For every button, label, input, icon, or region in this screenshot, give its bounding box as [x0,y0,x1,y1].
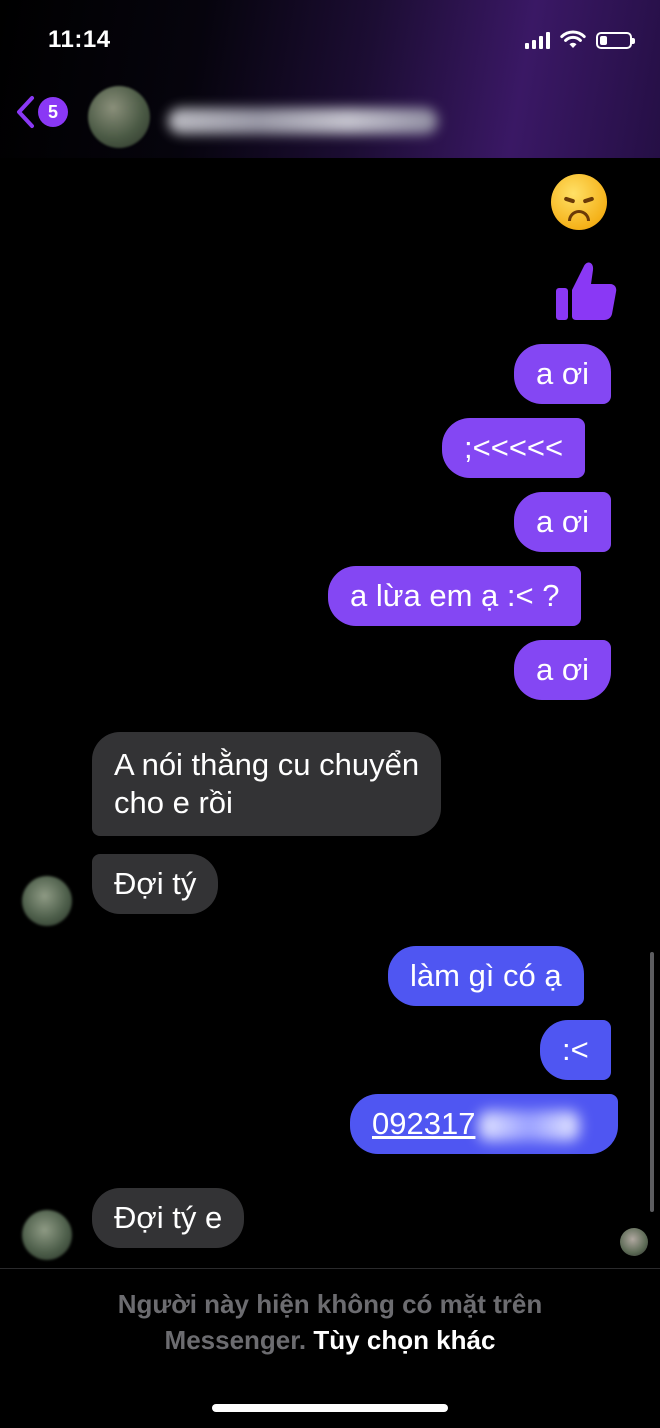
cellular-signal-icon [525,31,550,49]
message-incoming[interactable]: A nói thằng cu chuyển cho e rồi [92,732,442,836]
footer-divider [0,1268,660,1269]
message-outgoing[interactable]: làm gì có ạ [388,946,584,1006]
message-outgoing-phone[interactable]: 092317 [350,1094,618,1154]
message-outgoing[interactable]: a ơi [514,344,612,404]
back-button[interactable]: 5 [14,94,68,130]
home-indicator[interactable] [212,1404,448,1412]
wifi-icon [560,30,586,48]
status-icons [525,30,635,50]
scrollbar[interactable] [650,952,654,1212]
message-line: cho e rồi [114,785,233,820]
battery-icon [596,31,635,49]
unread-count-badge: 5 [38,97,68,127]
more-options-link[interactable]: Tùy chọn khác [313,1325,495,1355]
unavailable-notice: Người này hiện không có mặt trên Messeng… [60,1286,600,1358]
contact-name-blurred[interactable] [168,108,438,134]
message-outgoing[interactable]: :< [540,1020,611,1080]
disappointed-face-emoji[interactable] [551,174,607,230]
phone-number-blurred [479,1110,580,1141]
battery-level [600,35,607,45]
message-incoming[interactable]: Đợi tý [92,854,219,914]
phone-number-link[interactable]: 092317 [372,1106,475,1141]
message-outgoing[interactable]: ;<<<<< [442,418,586,478]
sender-avatar[interactable] [22,1210,72,1260]
message-incoming[interactable]: Đợi tý e [92,1188,245,1248]
message-outgoing[interactable]: a ơi [514,492,612,552]
message-outgoing[interactable]: a ơi [514,640,612,700]
read-receipt-avatar [620,1228,648,1256]
thumbs-up-icon[interactable] [554,258,618,322]
chat-header: 11:14 5 [0,0,660,158]
status-time: 11:14 [48,26,111,53]
chevron-left-icon [17,96,34,128]
sender-avatar[interactable] [22,876,72,926]
message-line: A nói thằng cu chuyển [114,747,420,782]
contact-avatar[interactable] [88,86,150,148]
message-outgoing[interactable]: a lừa em ạ :< ? [328,566,582,626]
